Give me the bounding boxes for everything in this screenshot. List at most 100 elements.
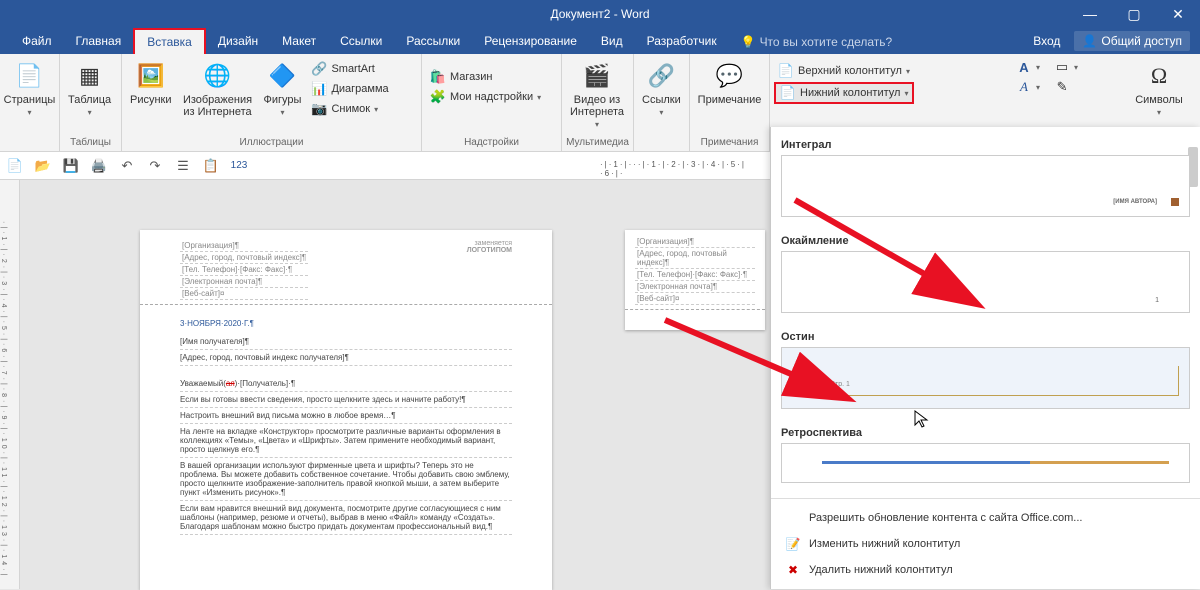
table-button[interactable]: ▦ Таблица ▾: [64, 58, 115, 119]
save-button[interactable]: 💾: [62, 157, 80, 175]
tell-me-placeholder: Что вы хотите сделать?: [760, 35, 893, 49]
tab-design[interactable]: Дизайн: [206, 29, 270, 54]
gallery-item-retro[interactable]: [781, 443, 1190, 483]
pictures-icon: 🖼️: [135, 60, 167, 92]
smartart-button[interactable]: 🔗SmartArt: [307, 60, 392, 78]
header-button[interactable]: 📄Верхний колонтитул▾: [774, 62, 914, 80]
close-button[interactable]: ✕: [1156, 0, 1200, 28]
para-4[interactable]: В вашей организации используют фирменные…: [180, 458, 512, 501]
para-2[interactable]: Настроить внешний вид письма можно в люб…: [180, 408, 512, 424]
addins-icon: 🧩: [430, 89, 446, 105]
omega-icon: Ω: [1143, 60, 1175, 92]
shapes-button[interactable]: 🔷 Фигуры ▾: [260, 58, 306, 119]
my-addins-button[interactable]: 🧩Мои надстройки▾: [426, 88, 545, 106]
field-email-2[interactable]: [Электронная почта]¶: [635, 281, 755, 293]
tab-home[interactable]: Главная: [64, 29, 134, 54]
ribbon-extra: A▾ ▭▾ A▾ ✎: [1010, 54, 1110, 100]
tab-mailings[interactable]: Рассылки: [394, 29, 472, 54]
field-recipient[interactable]: [Имя получателя]¶: [180, 334, 512, 350]
para-1[interactable]: Если вы готовы ввести сведения, просто щ…: [180, 392, 512, 408]
edit-footer-icon: 📝: [785, 536, 801, 552]
vertical-ruler: ·|·1·|·2·|·3·|·4·|·5·|·6·|·7·|·8·|·9·|·1…: [0, 180, 20, 589]
gallery-edit-footer[interactable]: 📝 Изменить нижний колонтитул: [771, 531, 1200, 557]
chevron-down-icon: ▾: [904, 89, 908, 98]
tab-review[interactable]: Рецензирование: [472, 29, 589, 54]
signin-link[interactable]: Вход: [1033, 34, 1060, 48]
wordart-button[interactable]: A▾: [1012, 78, 1044, 96]
horizontal-ruler: ·|·1·|···|·1·|·2·|·3·|·4·|·5·|·6·|·: [600, 160, 760, 174]
tab-layout[interactable]: Макет: [270, 29, 328, 54]
share-button[interactable]: 👤 Общий доступ: [1074, 31, 1190, 51]
comment-button[interactable]: 💬 Примечание: [694, 58, 765, 108]
open-button[interactable]: 📂: [34, 157, 52, 175]
document-page-2[interactable]: [Организация]¶ [Адрес, город, почтовый и…: [625, 230, 765, 330]
integral-author-label: [ИМЯ АВТОРА]: [1113, 199, 1157, 205]
tab-developer[interactable]: Разработчик: [635, 29, 729, 54]
minimize-button[interactable]: —: [1068, 0, 1112, 28]
delete-footer-icon: ✖: [785, 562, 801, 578]
field-tel-2[interactable]: [Тел. Телефон]·[Факс: Факс]·¶: [635, 269, 755, 281]
print-button[interactable]: 🖨️: [90, 157, 108, 175]
dropcap-button[interactable]: ▭▾: [1050, 58, 1082, 76]
tab-insert[interactable]: Вставка: [133, 28, 206, 55]
redo-button[interactable]: ↷: [146, 157, 164, 175]
doc-date[interactable]: 3·НОЯБРЯ·2020·Г.¶: [180, 313, 512, 334]
title-bar: Документ2 - Word — ▢ ✕: [0, 0, 1200, 28]
tab-view[interactable]: Вид: [589, 29, 635, 54]
paste-button[interactable]: 📋: [202, 157, 220, 175]
links-button[interactable]: 🔗 Ссылки ▾: [638, 58, 685, 119]
chart-button[interactable]: 📊Диаграмма: [307, 80, 392, 98]
greeting[interactable]: Уважаемый(ая)·[Получатель]·¶: [180, 376, 512, 392]
ribbon-symbols: Ω Символы ▾: [1124, 54, 1194, 123]
tab-references[interactable]: Ссылки: [328, 29, 394, 54]
group-label-tables: Таблицы: [64, 135, 117, 151]
field-web-2[interactable]: [Веб-сайт]¤: [635, 293, 755, 305]
group-label-illustrations: Иллюстрации: [126, 135, 417, 151]
format-button[interactable]: 123: [230, 157, 248, 175]
field-recipient-addr[interactable]: [Адрес, город, почтовый индекс получател…: [180, 350, 512, 366]
gallery-delete-footer[interactable]: ✖ Удалить нижний колонтитул: [771, 557, 1200, 583]
field-email[interactable]: [Электронная почта]¶: [180, 276, 308, 288]
tab-file[interactable]: Файл: [10, 29, 64, 54]
group-label-comments: Примечания: [694, 135, 765, 151]
para-3[interactable]: На ленте на вкладке «Конструктор» просмо…: [180, 424, 512, 458]
footer-button[interactable]: 📄Нижний колонтитул▾: [774, 82, 914, 104]
pictures-button[interactable]: 🖼️ Рисунки: [126, 58, 176, 108]
gallery-update-office[interactable]: Разрешить обновление контента с сайта Of…: [771, 505, 1200, 531]
textbox-button[interactable]: A▾: [1012, 58, 1044, 76]
online-video-button[interactable]: 🎬 Видео из Интернета ▾: [566, 58, 628, 131]
pages-button[interactable]: 📄 Страницы ▾: [4, 58, 55, 119]
gallery-item-bordered[interactable]: 1: [781, 251, 1190, 313]
screenshot-button[interactable]: 📷Снимок▾: [307, 100, 392, 118]
logo-placeholder[interactable]: заменяется ЛОГОТИПОМ: [467, 240, 512, 300]
tell-me-search[interactable]: 💡 Что вы хотите сделать?: [729, 30, 905, 54]
gallery-item-austin[interactable]: Стр. 1: [781, 347, 1190, 409]
video-icon: 🎬: [581, 60, 613, 92]
field-web[interactable]: [Веб-сайт]¤: [180, 288, 308, 300]
field-address-2[interactable]: [Адрес, город, почтовый индекс]¶: [635, 248, 755, 269]
new-doc-button[interactable]: 📄: [6, 157, 24, 175]
touch-mode-button[interactable]: ☰: [174, 157, 192, 175]
document-page-1[interactable]: [Организация]¶ [Адрес, город, почтовый и…: [140, 230, 552, 590]
field-org[interactable]: [Организация]¶: [180, 240, 308, 252]
doc-body[interactable]: 3·НОЯБРЯ·2020·Г.¶ [Имя получателя]¶ [Адр…: [140, 305, 552, 543]
footer-gallery-dropdown[interactable]: Интеграл [ИМЯ АВТОРА] Окаймление 1 Остин…: [770, 127, 1200, 589]
field-tel[interactable]: [Тел. Телефон]·[Факс: Факс]·¶: [180, 264, 308, 276]
signature-button[interactable]: ✎: [1050, 78, 1074, 96]
field-address[interactable]: [Адрес, город, почтовый индекс]¶: [180, 252, 308, 264]
gallery-item-bordered-title: Окаймление: [781, 229, 1190, 251]
textbox-icon: A: [1016, 59, 1032, 75]
para-5[interactable]: Если вам нравится внешний вид документа,…: [180, 501, 512, 535]
gallery-footer-menu: Разрешить обновление контента с сайта Of…: [771, 498, 1200, 589]
maximize-button[interactable]: ▢: [1112, 0, 1156, 28]
bulb-icon: 💡: [741, 35, 756, 49]
screenshot-icon: 📷: [311, 101, 327, 117]
symbols-button[interactable]: Ω Символы ▾: [1126, 58, 1192, 119]
field-org-2[interactable]: [Организация]¶: [635, 236, 755, 248]
undo-button[interactable]: ↶: [118, 157, 136, 175]
mouse-cursor: [914, 410, 930, 435]
gallery-item-integral[interactable]: [ИМЯ АВТОРА]: [781, 155, 1190, 217]
online-pictures-button[interactable]: 🌐 Изображения из Интернета: [178, 58, 258, 120]
chevron-down-icon: ▾: [537, 93, 541, 102]
store-button[interactable]: 🛍️Магазин: [426, 68, 545, 86]
